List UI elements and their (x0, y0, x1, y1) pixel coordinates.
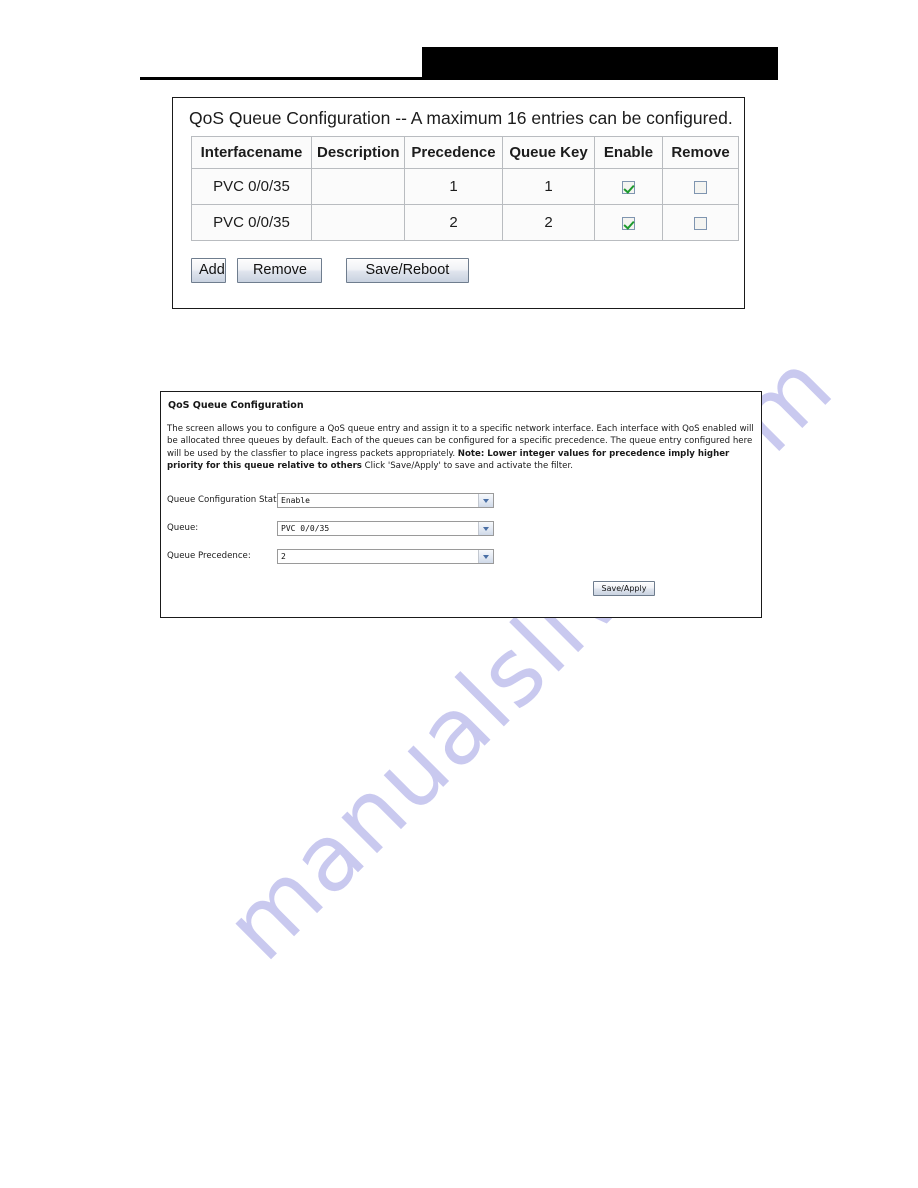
header-redaction-bar (422, 47, 778, 78)
qos-form-description: The screen allows you to configure a QoS… (167, 423, 759, 472)
qos-queue-configuration-list-panel: QoS Queue Configuration -- A maximum 16 … (172, 97, 745, 309)
queue-value: PVC 0/0/35 (281, 524, 330, 533)
column-header-precedence: Precedence (404, 136, 503, 169)
label-queue: Queue: (167, 523, 199, 533)
cell-precedence: 2 (404, 204, 503, 241)
column-header-interfacename: Interfacename (191, 136, 312, 169)
queue-configuration-status-value: Enable (281, 496, 310, 505)
qos-queue-table: Interfacename Description Precedence Que… (191, 136, 739, 241)
queue-configuration-status-select[interactable]: Enable (277, 493, 494, 508)
save-apply-button[interactable]: Save/Apply (593, 581, 655, 596)
description-text-part-2: Click 'Save/Apply' to save and activate … (361, 460, 573, 471)
form-row-queue: Queue: PVC 0/0/35 (167, 521, 757, 537)
qos-list-button-bar: Add Remove Save/Reboot (191, 258, 469, 284)
cell-description (311, 204, 405, 241)
cell-enable (594, 168, 663, 205)
label-queue-precedence: Queue Precedence: (167, 551, 251, 561)
chevron-down-icon[interactable] (478, 494, 493, 507)
cell-interfacename: PVC 0/0/35 (191, 204, 312, 241)
cell-description (311, 168, 405, 205)
table-header-row: Interfacename Description Precedence Que… (191, 136, 739, 169)
queue-precedence-select[interactable]: 2 (277, 549, 494, 564)
save-reboot-button[interactable]: Save/Reboot (345, 258, 469, 283)
enable-checkbox[interactable] (622, 180, 635, 194)
cell-interfacename: PVC 0/0/35 (191, 168, 312, 205)
cell-precedence: 1 (404, 168, 503, 205)
form-row-queue-configuration-status: Queue Configuration Status: Enable (167, 493, 757, 509)
cell-queue-key: 2 (502, 204, 595, 241)
queue-select[interactable]: PVC 0/0/35 (277, 521, 494, 536)
table-row: PVC 0/0/35 1 1 (191, 168, 739, 205)
column-header-enable: Enable (594, 136, 663, 169)
enable-checkbox[interactable] (622, 216, 635, 230)
form-row-queue-precedence: Queue Precedence: 2 (167, 549, 757, 565)
chevron-down-icon[interactable] (478, 522, 493, 535)
add-button[interactable]: Add (191, 258, 226, 283)
header-divider-rule (140, 77, 778, 80)
cell-queue-key: 1 (502, 168, 595, 205)
page-header (0, 0, 918, 92)
cell-enable (594, 204, 663, 241)
chevron-down-icon[interactable] (478, 550, 493, 563)
qos-form-title: QoS Queue Configuration (168, 400, 304, 411)
column-header-queue-key: Queue Key (502, 136, 595, 169)
remove-checkbox[interactable] (694, 216, 707, 230)
remove-checkbox[interactable] (694, 180, 707, 194)
qos-queue-configuration-form-panel: QoS Queue Configuration The screen allow… (160, 391, 762, 618)
remove-button[interactable]: Remove (237, 258, 323, 283)
column-header-description: Description (311, 136, 405, 169)
label-queue-configuration-status: Queue Configuration Status: (167, 495, 290, 505)
table-row: PVC 0/0/35 2 2 (191, 204, 739, 241)
cell-remove (662, 204, 739, 241)
cell-remove (662, 168, 739, 205)
column-header-remove: Remove (662, 136, 739, 169)
queue-precedence-value: 2 (281, 552, 286, 561)
qos-list-title: QoS Queue Configuration -- A maximum 16 … (189, 108, 733, 128)
